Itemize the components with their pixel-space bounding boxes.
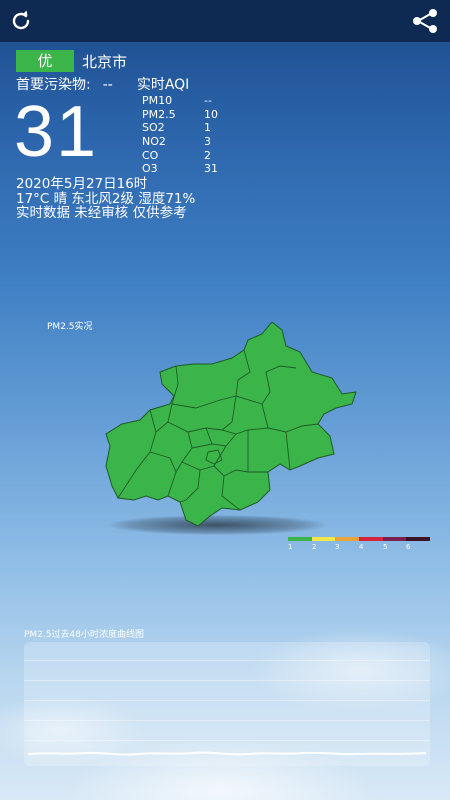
share-button[interactable] — [410, 6, 440, 36]
primary-pollutant-row: 首要污染物: -- 实时AQI — [16, 74, 201, 94]
legend-label: 5 — [383, 543, 388, 551]
legend-swatch-4 — [359, 537, 383, 541]
pollutant-row: PM10 -- — [142, 94, 218, 108]
pollutant-name: PM10 — [142, 94, 173, 107]
legend-label: 3 — [335, 543, 340, 551]
pollutant-table: PM10 -- PM2.5 10 SO2 1 NO2 3 CO 2 O3 31 — [142, 94, 218, 176]
city-name[interactable]: 北京市 — [82, 51, 127, 72]
refresh-icon — [12, 10, 30, 30]
pollutant-value: 1 — [204, 121, 211, 135]
legend-label: 2 — [312, 543, 317, 551]
data-disclaimer: 实时数据 未经审核 仅供参考 — [16, 205, 187, 221]
beijing-district-map[interactable] — [100, 322, 370, 532]
pollutant-name: SO2 — [142, 121, 165, 135]
curve-line — [27, 751, 427, 756]
legend-swatch-5 — [382, 537, 407, 541]
legend-swatch-6 — [406, 537, 431, 541]
curve-chart-panel[interactable] — [24, 642, 430, 766]
legend-swatch-3 — [335, 537, 360, 541]
legend-swatch-1 — [288, 537, 312, 541]
share-icon — [413, 9, 437, 33]
legend-label: 6 — [406, 543, 411, 551]
primary-pollutant-value: -- — [102, 77, 113, 93]
curve-chart-title: PM2.5过去48小时浓度曲线图 — [24, 630, 144, 640]
legend-swatch-2 — [311, 537, 336, 541]
pollutant-value: 3 — [204, 135, 211, 149]
pollutant-value: 10 — [204, 107, 218, 121]
pollutant-row: O3 31 — [142, 162, 218, 176]
top-bar — [0, 0, 450, 42]
pollutant-row: PM2.5 10 — [142, 108, 218, 122]
pollutant-name: CO — [142, 148, 159, 162]
weather-info: 2020年5月27日16时 17°C 晴 东北风2级 湿度71% 实时数据 未经… — [16, 177, 195, 221]
pollutant-name: O3 — [142, 162, 158, 176]
aqi-level-badge: 优 — [16, 50, 74, 72]
pollutant-name: PM2.5 — [142, 107, 176, 121]
refresh-button[interactable] — [6, 6, 36, 36]
pollutant-value: 2 — [204, 148, 211, 162]
pollutant-name: NO2 — [142, 135, 166, 149]
weather-conditions: 17°C 晴 东北风2级 湿度71% — [16, 190, 196, 207]
pollutant-row: NO2 3 — [142, 135, 218, 149]
legend-label: 4 — [359, 543, 364, 551]
color-legend: 1 2 3 4 5 6 — [288, 537, 431, 551]
primary-pollutant-label: 首要污染物: — [16, 77, 91, 93]
update-time: 2020年5月27日16时 — [16, 176, 148, 192]
map-label: PM2.5实况 — [47, 322, 93, 332]
aqi-value: 31 — [14, 92, 99, 172]
realtime-aqi-label: 实时AQI — [136, 77, 190, 93]
pollutant-value: 31 — [204, 162, 218, 176]
pollutant-row: CO 2 — [142, 149, 218, 163]
map-outline — [105, 322, 357, 527]
legend-bar — [288, 537, 431, 541]
pollutant-value: -- — [204, 94, 212, 107]
pollutant-row: SO2 1 — [142, 121, 218, 135]
legend-label: 1 — [288, 543, 293, 551]
